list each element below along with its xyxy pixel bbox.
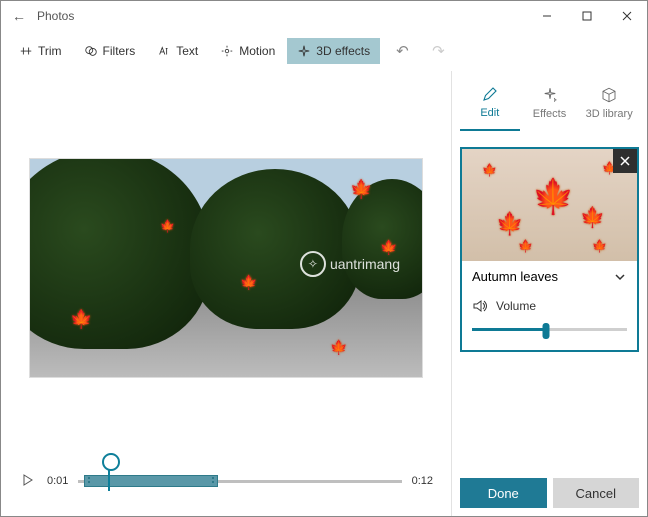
tab-edit[interactable]: Edit bbox=[460, 73, 520, 131]
tab-3d-library[interactable]: 3D library bbox=[579, 73, 639, 131]
effect-panel-wrap: 🍁 🍁 🍁 🍁 🍁 🍁 🍁 Autumn leaves bbox=[460, 131, 639, 472]
back-button[interactable]: ← bbox=[1, 8, 37, 24]
preview-area: 🍁 🍁 🍁 🍁 🍁 🍁 ✧ uantrimang bbox=[13, 83, 439, 452]
title-bar: ← Photos bbox=[1, 1, 647, 31]
tree-shape bbox=[190, 169, 360, 329]
time-duration: 0:12 bbox=[412, 475, 433, 487]
speaker-icon bbox=[472, 298, 488, 314]
slider-thumb[interactable] bbox=[543, 323, 550, 339]
filters-label: Filters bbox=[103, 44, 136, 58]
effect-name-row[interactable]: Autumn leaves bbox=[462, 261, 637, 292]
cube-icon bbox=[600, 86, 618, 104]
tree-shape bbox=[29, 158, 210, 349]
chevron-down-icon bbox=[613, 270, 627, 284]
text-icon bbox=[157, 44, 171, 58]
minimize-button[interactable] bbox=[527, 1, 567, 31]
editor-body: 🍁 🍁 🍁 🍁 🍁 🍁 ✧ uantrimang 0:01 bbox=[1, 71, 647, 516]
effect-panel: 🍁 🍁 🍁 🍁 🍁 🍁 🍁 Autumn leaves bbox=[460, 147, 639, 352]
volume-slider[interactable] bbox=[472, 322, 627, 336]
video-preview[interactable]: 🍁 🍁 🍁 🍁 🍁 🍁 ✧ uantrimang bbox=[29, 158, 423, 378]
tab-library-label: 3D library bbox=[586, 108, 633, 120]
timeline: 0:01 0:12 bbox=[13, 452, 439, 516]
watermark: ✧ uantrimang bbox=[300, 251, 400, 277]
side-footer: Done Cancel bbox=[460, 472, 639, 508]
motion-icon bbox=[220, 44, 234, 58]
playhead[interactable] bbox=[108, 463, 110, 491]
sparkle-icon bbox=[297, 44, 311, 58]
close-button[interactable] bbox=[607, 1, 647, 31]
motion-tool[interactable]: Motion bbox=[210, 38, 285, 64]
volume-section: Volume bbox=[462, 292, 637, 350]
redo-button: ↷ bbox=[424, 38, 452, 64]
time-current: 0:01 bbox=[47, 475, 68, 487]
effect-name: Autumn leaves bbox=[472, 269, 558, 284]
cancel-label: Cancel bbox=[576, 486, 616, 501]
pencil-icon bbox=[481, 85, 499, 103]
text-label: Text bbox=[176, 44, 198, 58]
slider-fill bbox=[472, 328, 546, 331]
remove-effect-button[interactable] bbox=[613, 149, 637, 173]
done-label: Done bbox=[488, 486, 519, 501]
text-tool[interactable]: Text bbox=[147, 38, 208, 64]
cancel-button[interactable]: Cancel bbox=[553, 478, 640, 508]
watermark-text: uantrimang bbox=[330, 256, 400, 272]
play-button[interactable] bbox=[19, 474, 37, 489]
3d-effects-tool[interactable]: 3D effects bbox=[287, 38, 380, 64]
filters-icon bbox=[84, 44, 98, 58]
editor-toolbar: Trim Filters Text Motion 3D effects ↶ ↷ bbox=[1, 31, 647, 71]
tab-edit-label: Edit bbox=[480, 107, 499, 119]
volume-label: Volume bbox=[496, 299, 536, 313]
effects-icon bbox=[541, 86, 559, 104]
effect-clip[interactable] bbox=[84, 475, 218, 487]
maximize-button[interactable] bbox=[567, 1, 607, 31]
window-title: Photos bbox=[37, 9, 527, 23]
3d-effects-label: 3D effects bbox=[316, 44, 370, 58]
main-column: 🍁 🍁 🍁 🍁 🍁 🍁 ✧ uantrimang 0:01 bbox=[1, 71, 451, 516]
motion-label: Motion bbox=[239, 44, 275, 58]
trim-icon bbox=[19, 44, 33, 58]
trim-tool[interactable]: Trim bbox=[9, 38, 72, 64]
done-button[interactable]: Done bbox=[460, 478, 547, 508]
tab-effects[interactable]: Effects bbox=[520, 73, 580, 131]
side-tabs: Edit Effects 3D library bbox=[460, 73, 639, 131]
app-window: ← Photos Trim Filters Text Motion bbox=[0, 0, 648, 517]
filters-tool[interactable]: Filters bbox=[74, 38, 146, 64]
timeline-track[interactable] bbox=[78, 475, 401, 487]
tab-effects-label: Effects bbox=[533, 108, 566, 120]
effect-thumbnail[interactable]: 🍁 🍁 🍁 🍁 🍁 🍁 🍁 bbox=[462, 149, 637, 261]
undo-button[interactable]: ↶ bbox=[388, 38, 416, 64]
trim-label: Trim bbox=[38, 44, 62, 58]
close-icon bbox=[619, 155, 631, 167]
side-panel: Edit Effects 3D library 🍁 🍁 🍁 bbox=[451, 71, 647, 516]
